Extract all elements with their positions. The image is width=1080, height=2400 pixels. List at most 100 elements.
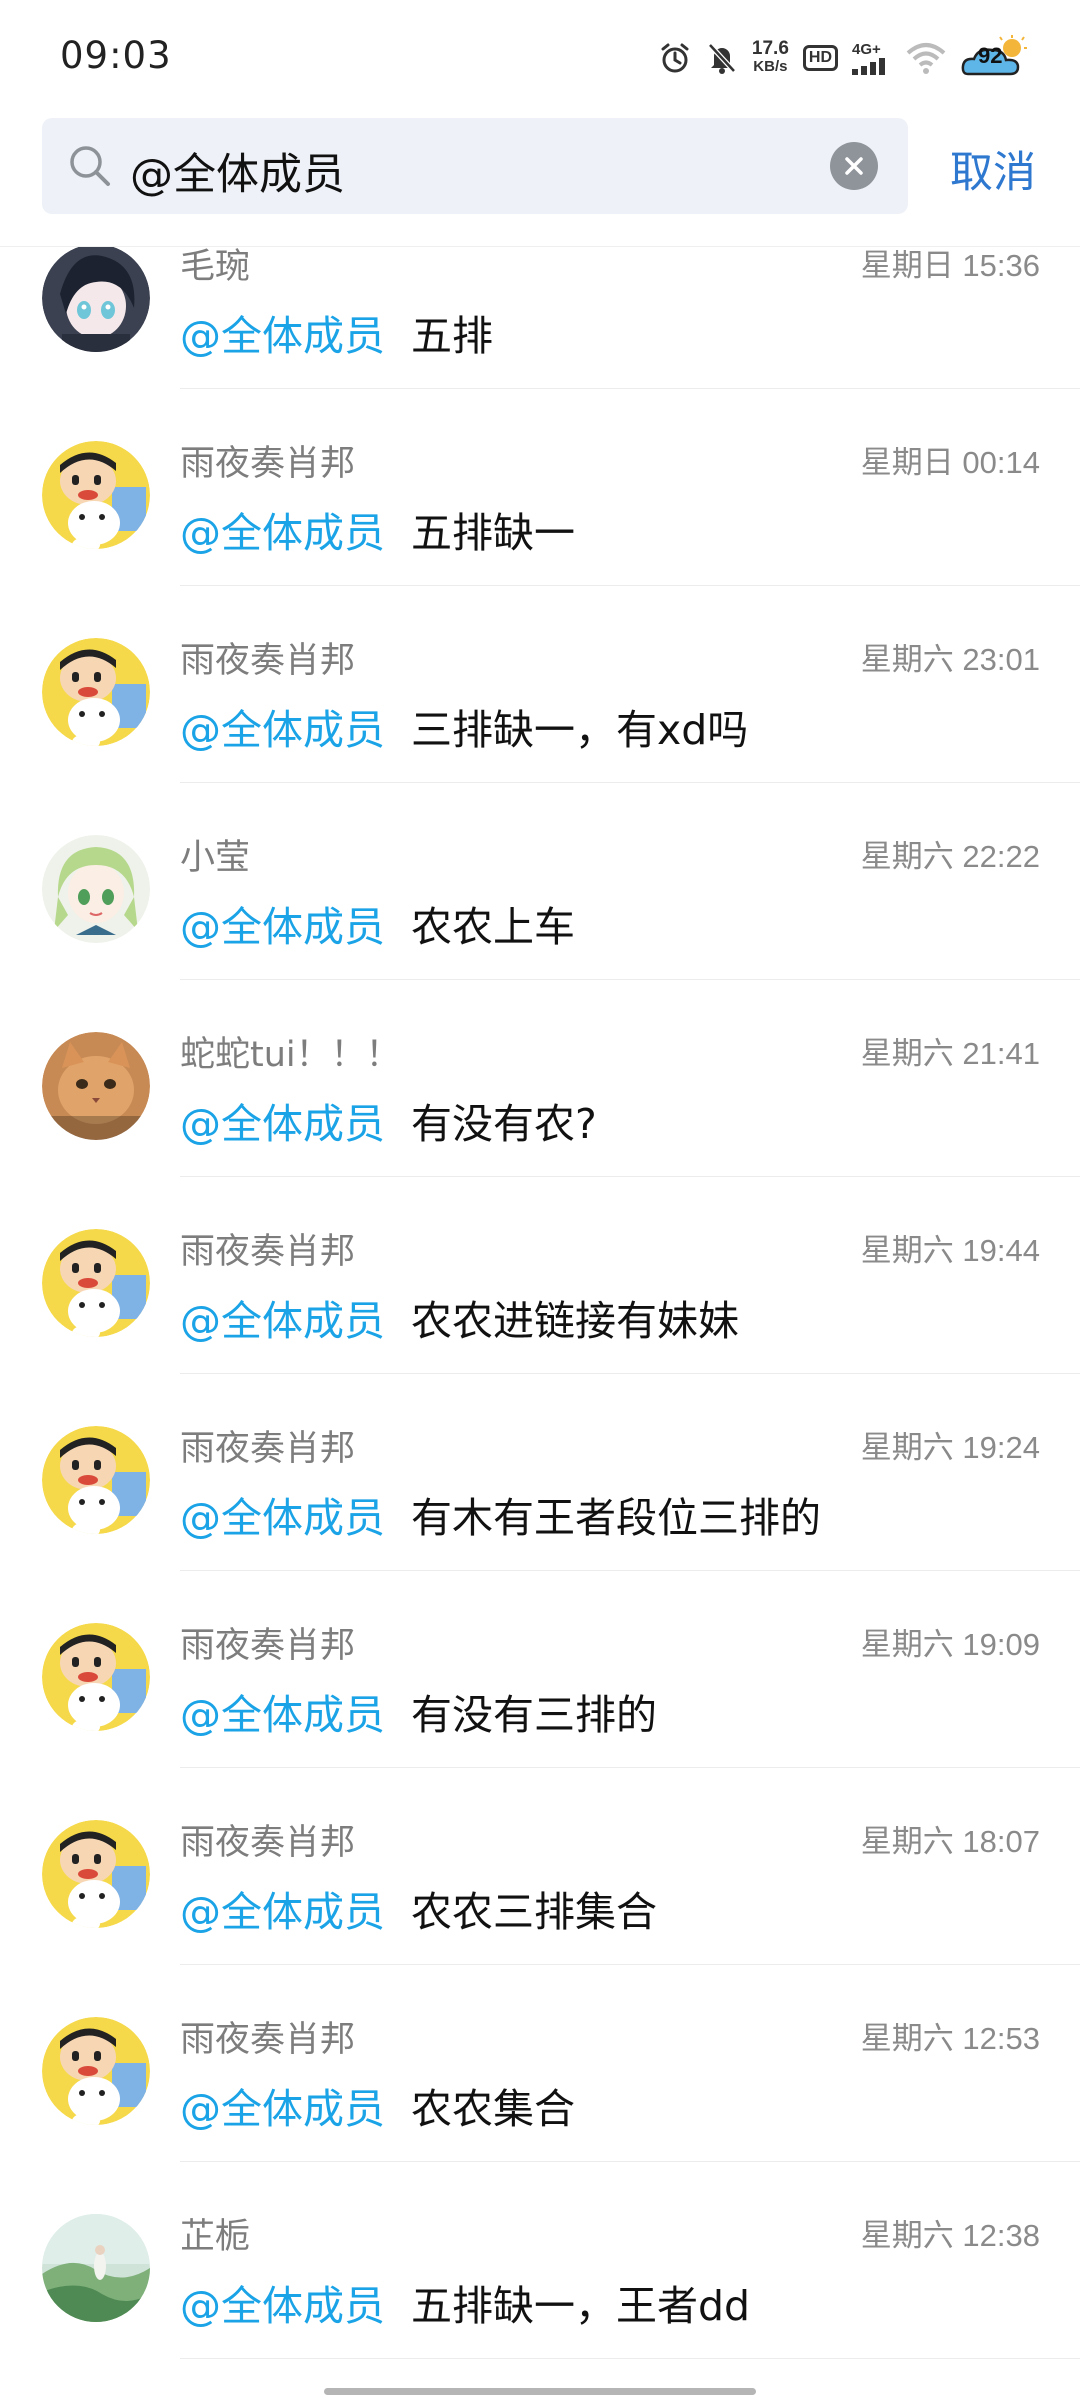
mention-tag: @全体成员 — [180, 1888, 385, 1936]
mention-tag: @全体成员 — [180, 1494, 385, 1542]
status-bar: 09:03 17.6 KB/s HD 4G+ 92 — [0, 0, 1080, 110]
mute-icon — [706, 41, 738, 75]
sender-name: 雨夜奏肖邦 — [180, 641, 356, 681]
sender-name: 小莹 — [180, 838, 251, 878]
message-preview: @全体成员 农农三排集合 — [180, 1878, 657, 1938]
avatar[interactable] — [42, 441, 150, 549]
battery-level: 92 — [978, 43, 1003, 68]
mention-tag: @全体成员 — [180, 1297, 385, 1345]
divider — [180, 2358, 1080, 2359]
mention-tag: @全体成员 — [180, 1100, 385, 1148]
avatar[interactable] — [42, 1820, 150, 1928]
message-text: 有木有王者段位三排的 — [411, 1494, 821, 1542]
clear-icon[interactable] — [830, 142, 878, 190]
message-preview: @全体成员 三排缺一，有xd吗 — [180, 696, 748, 756]
list-item[interactable]: 雨夜奏肖邦 星期六 19:44 @全体成员 农农进链接有妹妹 — [0, 1177, 1080, 1374]
sender-name: 雨夜奏肖邦 — [180, 1626, 356, 1666]
avatar[interactable] — [42, 1032, 150, 1140]
search-header: @全体成员 取消 — [0, 110, 1080, 247]
network-type: 4G+ — [852, 40, 881, 58]
message-preview: @全体成员 五排 — [180, 302, 493, 362]
list-item[interactable]: 雨夜奏肖邦 星期六 19:24 @全体成员 有木有王者段位三排的 — [0, 1374, 1080, 1571]
sender-name: 雨夜奏肖邦 — [180, 1823, 356, 1863]
message-time: 星期日 00:14 — [860, 445, 1040, 480]
net-speed-value: 17.6 — [751, 38, 789, 59]
list-item[interactable]: 雨夜奏肖邦 星期六 19:09 @全体成员 有没有三排的 — [0, 1571, 1080, 1768]
results-list[interactable]: 毛琬 星期日 15:36 @全体成员 五排 雨夜奏肖邦 星期日 00:14 @全体… — [0, 246, 1080, 2400]
list-item[interactable]: 芷栀 星期六 12:38 @全体成员 五排缺一，王者dd — [0, 2162, 1080, 2359]
message-time: 星期六 19:24 — [860, 1430, 1040, 1465]
alarm-icon — [658, 41, 692, 75]
mention-tag: @全体成员 — [180, 2282, 385, 2330]
search-icon — [68, 144, 112, 188]
message-text: 有没有农? — [411, 1100, 597, 1148]
message-text: 农农三排集合 — [411, 1888, 657, 1936]
list-item[interactable]: 雨夜奏肖邦 星期六 12:53 @全体成员 农农集合 — [0, 1965, 1080, 2162]
list-item[interactable]: 雨夜奏肖邦 星期日 00:14 @全体成员 五排缺一 — [0, 389, 1080, 586]
message-preview: @全体成员 农农集合 — [180, 2075, 575, 2135]
list-item[interactable]: 小莹 星期六 22:22 @全体成员 农农上车 — [0, 783, 1080, 980]
message-text: 五排缺一 — [411, 509, 575, 557]
mention-tag: @全体成员 — [180, 903, 385, 951]
mention-tag: @全体成员 — [180, 312, 385, 360]
message-time: 星期六 19:44 — [860, 1233, 1040, 1268]
avatar[interactable] — [42, 1623, 150, 1731]
list-item[interactable]: 雨夜奏肖邦 星期六 18:07 @全体成员 农农三排集合 — [0, 1768, 1080, 1965]
message-time: 星期日 15:36 — [860, 248, 1040, 283]
mention-tag: @全体成员 — [180, 2085, 385, 2133]
avatar[interactable] — [42, 2214, 150, 2322]
sender-name: 毛琬 — [180, 247, 251, 287]
message-preview: @全体成员 五排缺一 — [180, 499, 575, 559]
hd-badge: HD — [802, 45, 838, 71]
avatar[interactable] — [42, 1229, 150, 1337]
message-text: 农农集合 — [411, 2085, 575, 2133]
cancel-button[interactable]: 取消 — [950, 138, 1036, 200]
mention-tag: @全体成员 — [180, 1691, 385, 1739]
sender-name: 雨夜奏肖邦 — [180, 1429, 356, 1469]
message-text: 农农进链接有妹妹 — [411, 1297, 739, 1345]
message-time: 星期六 18:07 — [860, 1824, 1040, 1859]
message-text: 三排缺一，有xd吗 — [411, 706, 749, 754]
message-time: 星期六 12:38 — [860, 2218, 1040, 2253]
sender-name: 蛇蛇tui！！！ — [180, 1035, 401, 1075]
message-time: 星期六 12:53 — [860, 2021, 1040, 2056]
sender-name: 雨夜奏肖邦 — [180, 444, 356, 484]
search-query[interactable]: @全体成员 — [130, 140, 345, 202]
home-indicator[interactable] — [324, 2388, 756, 2395]
message-preview: @全体成员 农农上车 — [180, 893, 575, 953]
search-input[interactable]: @全体成员 — [42, 118, 908, 214]
status-icons: 17.6 KB/s HD 4G+ 92 — [658, 30, 1032, 86]
message-text: 五排 — [411, 312, 493, 360]
message-text: 农农上车 — [411, 903, 575, 951]
avatar[interactable] — [42, 2017, 150, 2125]
avatar[interactable] — [42, 638, 150, 746]
message-preview: @全体成员 有没有三排的 — [180, 1681, 657, 1741]
avatar[interactable] — [42, 835, 150, 943]
results-list-inner: 毛琬 星期日 15:36 @全体成员 五排 雨夜奏肖邦 星期日 00:14 @全体… — [0, 246, 1080, 2359]
message-time: 星期六 22:22 — [860, 839, 1040, 874]
message-preview: @全体成员 农农进链接有妹妹 — [180, 1287, 739, 1347]
wifi-icon — [906, 41, 946, 75]
list-item[interactable]: 雨夜奏肖邦 星期六 23:01 @全体成员 三排缺一，有xd吗 — [0, 586, 1080, 783]
message-text: 五排缺一，王者dd — [411, 2282, 751, 2330]
message-time: 星期六 23:01 — [860, 642, 1040, 677]
signal-icon: 4G+ — [852, 42, 892, 75]
message-time: 星期六 19:09 — [860, 1627, 1040, 1662]
list-item[interactable]: 毛琬 星期日 15:36 @全体成员 五排 — [0, 246, 1080, 389]
net-speed-unit: KB/s — [753, 58, 788, 75]
status-time: 09:03 — [60, 34, 172, 77]
sender-name: 雨夜奏肖邦 — [180, 2020, 356, 2060]
mention-tag: @全体成员 — [180, 509, 385, 557]
list-item[interactable]: 蛇蛇tui！！！ 星期六 21:41 @全体成员 有没有农? — [0, 980, 1080, 1177]
message-text: 有没有三排的 — [411, 1691, 657, 1739]
avatar[interactable] — [42, 246, 150, 352]
message-preview: @全体成员 有没有农? — [180, 1090, 597, 1150]
message-time: 星期六 21:41 — [860, 1036, 1040, 1071]
mention-tag: @全体成员 — [180, 706, 385, 754]
battery-icon: 92 — [960, 34, 1032, 82]
net-speed: 17.6 KB/s — [751, 38, 789, 76]
message-preview: @全体成员 有木有王者段位三排的 — [180, 1484, 821, 1544]
sender-name: 雨夜奏肖邦 — [180, 1232, 356, 1272]
sender-name: 芷栀 — [180, 2217, 251, 2257]
avatar[interactable] — [42, 1426, 150, 1534]
